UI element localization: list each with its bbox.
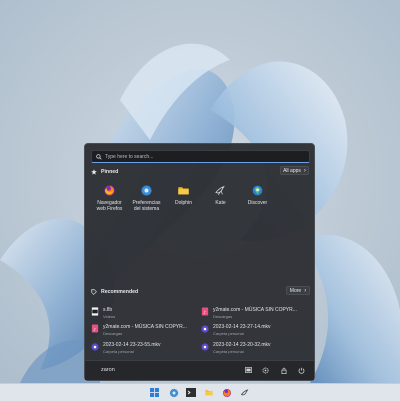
app-label: Navegador web Firefox — [96, 200, 123, 212]
item-location: Videos — [103, 314, 116, 319]
app-label: Preferencias del sistema — [132, 200, 161, 212]
recommended-item[interactable]: 2023-02-14 23-20-32.mkv Carpeta personal — [201, 342, 311, 354]
folder-icon — [177, 183, 191, 197]
lock-icon[interactable] — [280, 366, 288, 374]
recommended-item[interactable]: ♪ y2mate.com - MÚSICA SIN COPYR... Desca… — [201, 307, 311, 319]
recommended-item[interactable]: 2023-02-14 23-27-14.mkv Carpeta personal — [201, 324, 311, 336]
kate-bird-icon — [214, 183, 228, 197]
svg-text:♪: ♪ — [93, 327, 96, 333]
discover-icon — [251, 183, 265, 197]
more-button[interactable]: More › — [286, 286, 310, 295]
recommended-title: Recommended — [101, 289, 139, 295]
all-apps-button[interactable]: All apps › — [280, 166, 309, 175]
pinned-title: Pinned — [101, 169, 119, 175]
firefox-icon — [103, 183, 117, 197]
settings-gear-icon — [140, 183, 154, 197]
item-location: Carpeta personal — [213, 349, 244, 354]
item-title: 2023-02-14 23-23-55.mkv — [103, 342, 161, 348]
item-title: y2mate.com - MÚSICA SIN COPYR... — [213, 307, 297, 313]
item-title: 2023-02-14 23-20-32.mkv — [213, 342, 271, 348]
item-location: Carpeta personal — [213, 331, 244, 336]
item-title: s.flb — [103, 307, 113, 313]
pinned-app-discover[interactable]: Discover — [239, 183, 276, 212]
item-location: Descargas — [213, 314, 233, 319]
pinned-app-kate[interactable]: Kate — [202, 183, 239, 212]
start-menu: Pinned All apps › Navegador web Firefox — [84, 143, 315, 381]
recommended-item[interactable]: ♪ y2mate.com - MÚSICA SIN COPYR... Desca… — [91, 324, 201, 336]
recommended-header: Recommended — [91, 289, 138, 295]
audio-file-icon: ♪ — [91, 324, 99, 333]
pinned-app-system-settings[interactable]: Preferencias del sistema — [128, 183, 165, 212]
user-name[interactable]: zaron — [101, 367, 115, 373]
search-input[interactable] — [102, 151, 295, 162]
folder-icon[interactable] — [203, 387, 214, 398]
video-file-icon — [201, 324, 209, 333]
settings-gear-icon[interactable] — [168, 387, 179, 398]
gear-icon[interactable] — [261, 366, 269, 374]
item-title: y2mate.com - MÚSICA SIN COPYR... — [103, 324, 187, 330]
search-bar[interactable] — [91, 150, 310, 163]
firefox-icon[interactable] — [221, 387, 232, 398]
svg-text:♪: ♪ — [203, 310, 206, 316]
star-icon — [91, 169, 97, 175]
all-apps-label: All apps — [283, 167, 301, 174]
item-title: 2023-02-14 23-27-14.mkv — [213, 324, 271, 330]
chevron-right-icon: › — [304, 287, 307, 294]
film-file-icon — [91, 307, 99, 316]
recommended-item[interactable]: s.flb Videos — [91, 307, 201, 319]
chevron-right-icon: › — [303, 167, 306, 174]
more-label: More — [289, 287, 302, 294]
pinned-apps: Navegador web Firefox Preferencias del s… — [91, 183, 309, 212]
tag-icon — [91, 289, 97, 295]
pinned-app-dolphin[interactable]: Dolphin — [165, 183, 202, 212]
app-label: Kate — [215, 200, 226, 206]
video-file-icon — [91, 342, 99, 351]
audio-file-icon: ♪ — [201, 307, 209, 316]
app-label: Dolphin — [175, 200, 192, 206]
terminal-icon[interactable] — [185, 387, 196, 398]
screenshot-icon[interactable] — [244, 366, 252, 374]
app-label: Discover — [247, 200, 268, 206]
recommended-item[interactable]: 2023-02-14 23-23-55.mkv Carpeta personal — [91, 342, 201, 354]
start-menu-footer: zaron — [85, 360, 314, 380]
taskbar — [0, 383, 400, 401]
kate-bird-icon[interactable] — [239, 387, 250, 398]
video-file-icon — [201, 342, 209, 351]
power-icon[interactable] — [297, 366, 305, 374]
pinned-header: Pinned — [91, 169, 118, 175]
start-button-icon[interactable] — [149, 387, 160, 398]
item-location: Carpeta personal — [103, 349, 134, 354]
item-location: Descargas — [103, 331, 123, 336]
pinned-app-firefox[interactable]: Navegador web Firefox — [91, 183, 128, 212]
